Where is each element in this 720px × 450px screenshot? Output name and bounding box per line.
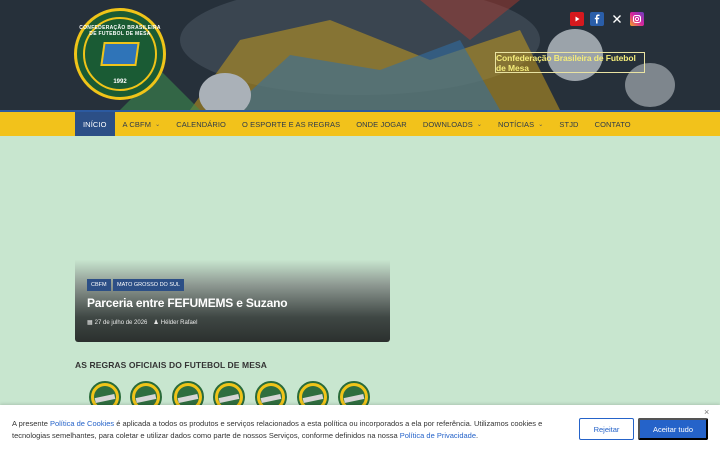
category-tag[interactable]: MATO GROSSO DO SUL: [113, 279, 185, 291]
calendar-icon: ▦: [87, 320, 93, 326]
site-tagline[interactable]: Confederação Brasileira de Futebol de Me…: [495, 52, 645, 73]
category-tag[interactable]: CBFM: [87, 279, 111, 291]
reject-button[interactable]: Rejeitar: [579, 418, 634, 440]
site-header: CONFEDERAÇÃO BRASILEIRA DE FUTEBOL DE ME…: [0, 0, 720, 110]
post-author[interactable]: Hélder Rafael: [161, 320, 198, 326]
nav-item-inicio[interactable]: INÍCIO: [75, 112, 115, 136]
chevron-down-icon: ⌄: [538, 121, 544, 128]
privacy-policy-link[interactable]: Política de Privacidade: [400, 431, 476, 440]
post-date[interactable]: 27 de julho de 2026: [95, 320, 148, 326]
nav-item-calendario[interactable]: CALENDÁRIO: [168, 112, 234, 136]
logo-circle-text: CONFEDERAÇÃO BRASILEIRA DE FUTEBOL DE ME…: [79, 25, 161, 37]
chevron-down-icon: ⌄: [476, 121, 483, 128]
cbfm-logo[interactable]: CONFEDERAÇÃO BRASILEIRA DE FUTEBOL DE ME…: [74, 8, 166, 100]
nav-item-o-esporte[interactable]: O ESPORTE E AS REGRAS: [234, 112, 348, 136]
user-icon: ♟: [153, 320, 159, 326]
post-title[interactable]: Parceria entre FEFUMEMS e Suzano: [87, 296, 288, 310]
nav-item-a-cbfm[interactable]: A CBFM ⌄: [115, 112, 169, 136]
nav-item-contato[interactable]: CONTATO: [587, 112, 639, 136]
x-icon[interactable]: [610, 12, 624, 26]
youtube-icon[interactable]: [570, 12, 584, 26]
logo-year: 1992: [113, 79, 127, 85]
nav-item-downloads[interactable]: DOWNLOADS ⌄: [415, 112, 490, 136]
instagram-icon[interactable]: [630, 12, 644, 26]
main-navigation: INÍCIO A CBFM ⌄ CALENDÁRIO O ESPORTE E AS…: [0, 110, 720, 136]
featured-post[interactable]: CBFM MATO GROSSO DO SUL Parceria entre F…: [75, 136, 390, 342]
cookie-policy-link[interactable]: Política de Cookies: [50, 419, 114, 428]
accept-all-button[interactable]: Aceitar tudo: [638, 418, 708, 440]
facebook-icon[interactable]: [590, 12, 604, 26]
nav-item-stjd[interactable]: STJD: [551, 112, 586, 136]
nav-item-onde-jogar[interactable]: ONDE JOGAR: [348, 112, 415, 136]
rules-section-title: AS REGRAS OFICIAIS DO FUTEBOL DE MESA: [75, 360, 267, 370]
chevron-down-icon: ⌄: [155, 121, 161, 128]
post-meta: ▦ 27 de julho de 2026 ♟ Hélder Rafael: [87, 319, 198, 327]
cookie-text: A presente Política de Cookies é aplicad…: [12, 419, 543, 440]
nav-item-noticias[interactable]: NOTÍCIAS ⌄: [490, 112, 551, 136]
close-icon[interactable]: ×: [704, 407, 709, 417]
logo-field-emblem: [100, 42, 140, 66]
